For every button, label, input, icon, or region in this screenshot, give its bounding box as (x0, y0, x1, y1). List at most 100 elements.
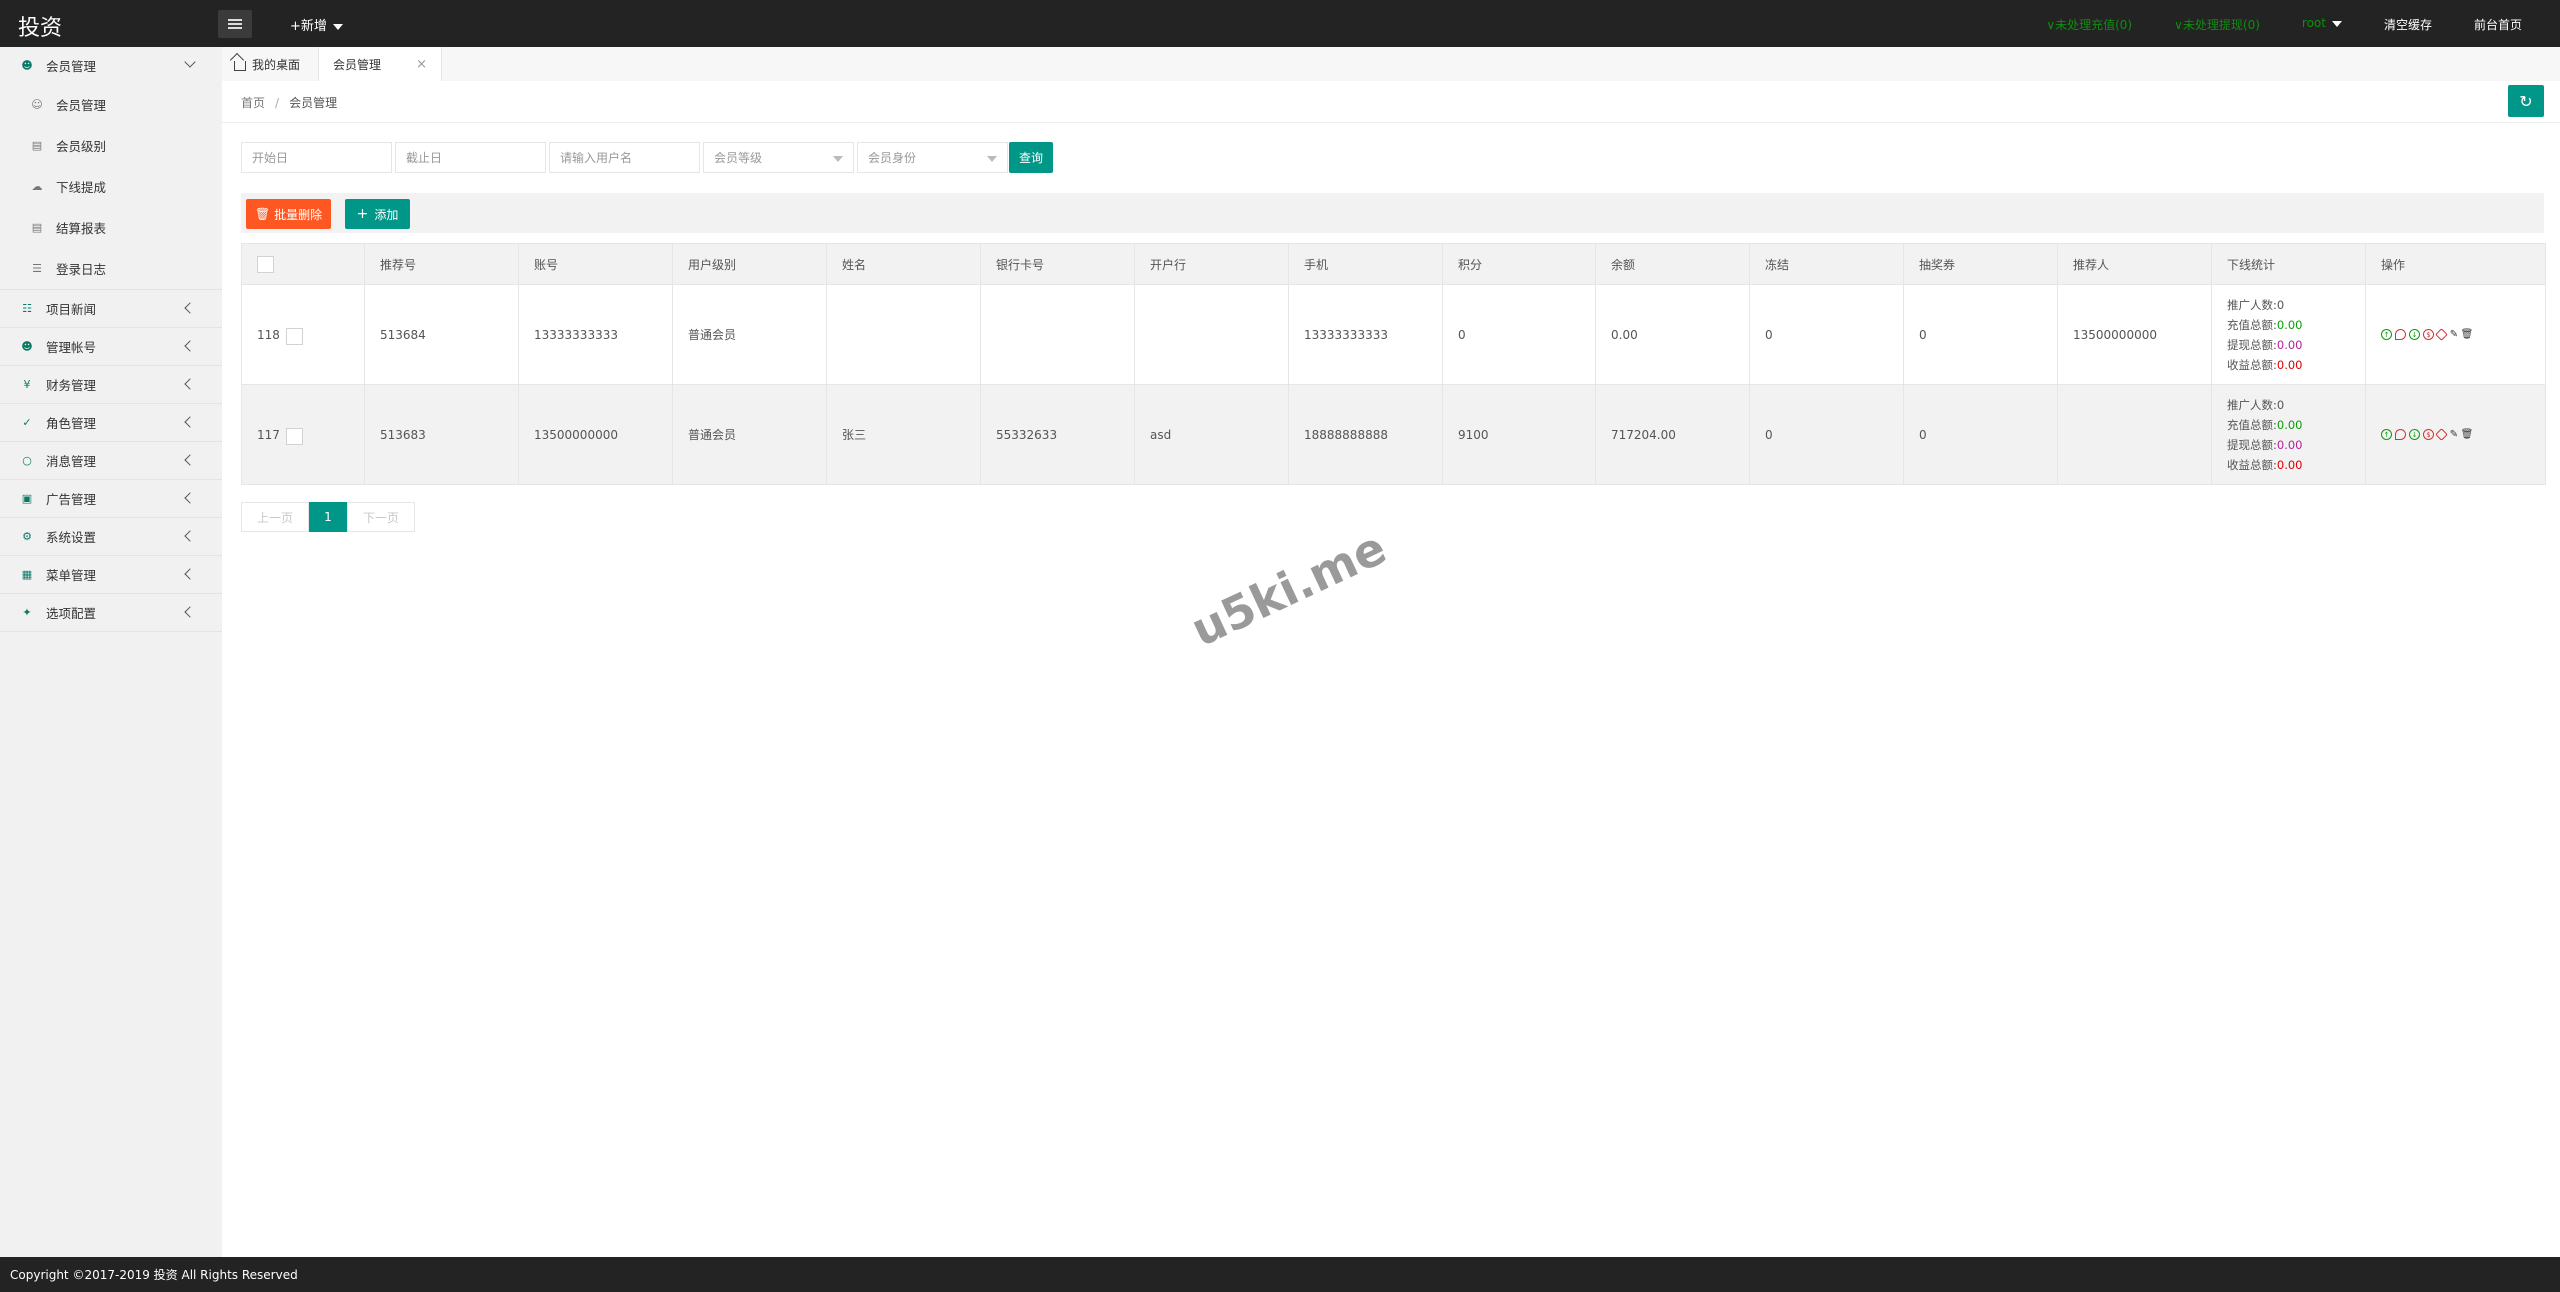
dollar-icon[interactable]: $ (2423, 329, 2434, 340)
sidebar-subitem-member-mgmt[interactable]: ☺ 会员管理 (0, 84, 222, 125)
copyright-text: Copyright ©2017-2019 投资 All Rights Reser… (10, 1268, 298, 1282)
sidebar-item-messages[interactable]: ○ 消息管理 (0, 442, 222, 480)
frontend-home-link[interactable]: 前台首页 (2474, 16, 2522, 33)
caret-down-icon (833, 156, 843, 162)
edit-icon[interactable]: ✎ (2449, 329, 2459, 340)
sidebar-subitem-label: 登录日志 (56, 262, 107, 277)
search-icon[interactable] (2395, 429, 2406, 440)
page-1-button[interactable]: 1 (309, 502, 347, 532)
promo-count-label: 推广人数: (2227, 397, 2277, 412)
recharge-total-value: 0.00 (2276, 317, 2303, 332)
row-actions: ↑ ↓ $ ✎ 🗑 (2381, 328, 2474, 341)
sidebar-subitem-member-level[interactable]: ▤ 会员级别 (0, 125, 222, 166)
refresh-button[interactable]: ↻ (2508, 85, 2544, 117)
dollar-icon[interactable]: $ (2423, 429, 2434, 440)
income-total-line: 收益总额:0.00 (2227, 357, 2302, 373)
level-cell: 普通会员 (673, 385, 827, 484)
menu-icon: ▦ (21, 568, 33, 581)
sidebar-item-menus[interactable]: ▦ 菜单管理 (0, 556, 222, 594)
book-icon: ☷ (22, 302, 32, 315)
deduct-icon[interactable]: ↓ (2409, 429, 2420, 440)
sidebar-subitem-label: 会员管理 (56, 98, 107, 113)
tag-icon[interactable] (2435, 328, 2448, 341)
sidebar-item-label: 项目新闻 (46, 302, 97, 317)
withdraw-total-line: 提现总额:0.00 (2227, 437, 2302, 453)
promo-count-value: 0 (2276, 297, 2285, 312)
header-cell: 余额 (1596, 244, 1750, 284)
referrer-cell (2058, 385, 2212, 484)
recharge-total-label: 充值总额: (2227, 417, 2277, 432)
sidebar-subitem-label: 会员级别 (56, 139, 107, 154)
batch-delete-button[interactable]: 🗑 批量删除 (246, 199, 331, 229)
refresh-icon: ↻ (2519, 91, 2533, 111)
sidebar-item-finance[interactable]: ¥ 财务管理 (0, 366, 222, 404)
recharge-icon[interactable]: ↑ (2381, 329, 2392, 340)
sidebar-subitem-settlement-report[interactable]: ▤ 结算报表 (0, 207, 222, 248)
header-cell: 账号 (519, 244, 673, 284)
deduct-icon[interactable]: ↓ (2409, 329, 2420, 340)
row-checkbox[interactable] (285, 427, 303, 445)
breadcrumb-current: 会员管理 (289, 96, 338, 110)
sidebar-item-project-news[interactable]: ☷ 项目新闻 (0, 290, 222, 328)
next-page-button[interactable]: 下一页 (347, 502, 415, 532)
hamburger-icon (228, 19, 242, 29)
caret-down-icon (2331, 20, 2342, 27)
downline-stats: 推广人数:0 充值总额:0.00 提现总额:0.00 收益总额:0.00 (2227, 297, 2302, 373)
points-cell: 0 (1443, 285, 1596, 384)
promo-count-value: 0 (2276, 397, 2285, 412)
member-level-select[interactable]: 会员等级 (703, 142, 854, 173)
clear-cache-link[interactable]: 清空缓存 (2384, 16, 2432, 33)
breadcrumb-home[interactable]: 首页 (241, 96, 265, 110)
points-cell: 9100 (1443, 385, 1596, 484)
header-cell: 操作 (2381, 257, 2406, 272)
sidebar-item-system-settings[interactable]: ⚙ 系统设置 (0, 518, 222, 556)
income-total-line: 收益总额:0.00 (2227, 457, 2302, 473)
tab-member-mgmt[interactable]: 会员管理 × (318, 47, 442, 81)
user-menu[interactable]: root (2302, 16, 2342, 33)
header-cell: 抽奖券 (1904, 244, 2058, 284)
prev-page-button[interactable]: 上一页 (241, 502, 309, 532)
app-logo[interactable]: 投资 (18, 10, 62, 42)
tag-icon[interactable] (2435, 428, 2448, 441)
sidebar-subitem-login-log[interactable]: ☰ 登录日志 (0, 248, 222, 289)
bank-card-cell: 55332633 (981, 385, 1135, 484)
tab-home[interactable]: 我的桌面 (234, 47, 300, 81)
chevron-left-icon (184, 568, 196, 580)
close-icon[interactable]: × (416, 57, 427, 72)
balance-cell: 0.00 (1596, 285, 1750, 384)
income-total-value: 0.00 (2276, 357, 2303, 372)
delete-icon[interactable]: 🗑 (2461, 329, 2474, 340)
sidebar-item-member-mgmt[interactable]: ☻ 会员管理 (0, 47, 222, 84)
row-checkbox[interactable] (285, 327, 303, 345)
menu-toggle-button[interactable] (218, 10, 252, 38)
table-toolbar: 🗑 批量删除 + 添加 (241, 193, 2544, 233)
bank-cell: asd (1135, 385, 1289, 484)
gear-icon: ⚙ (22, 530, 32, 543)
sidebar-subitem-downline-commission[interactable]: ☁ 下线提成 (0, 166, 222, 207)
delete-icon[interactable]: 🗑 (2461, 429, 2474, 440)
search-icon[interactable] (2395, 329, 2406, 340)
pending-recharge-link[interactable]: ∨未处理充值(0) (2046, 16, 2132, 33)
end-date-input[interactable]: 截止日 (395, 142, 546, 173)
sidebar-item-roles[interactable]: ✓ 角色管理 (0, 404, 222, 442)
start-date-placeholder: 开始日 (252, 151, 289, 165)
add-label: 添加 (374, 207, 399, 222)
sidebar-item-admin-accounts[interactable]: ☻ 管理帐号 (0, 328, 222, 366)
add-new-menu[interactable]: +新增 (290, 15, 343, 34)
sidebar-item-ads[interactable]: ▣ 广告管理 (0, 480, 222, 518)
recharge-icon[interactable]: ↑ (2381, 429, 2392, 440)
username-input[interactable]: 请输入用户名 (549, 142, 700, 173)
sidebar-subitem-label: 下线提成 (56, 180, 107, 195)
member-level-placeholder: 会员等级 (714, 151, 763, 165)
start-date-input[interactable]: 开始日 (241, 142, 392, 173)
pending-withdraw-link[interactable]: ∨未处理提现(0) (2174, 16, 2260, 33)
member-identity-select[interactable]: 会员身份 (857, 142, 1008, 173)
add-button[interactable]: + 添加 (345, 199, 410, 229)
withdraw-total-line: 提现总额:0.00 (2227, 337, 2302, 353)
report-icon: ▤ (31, 221, 43, 234)
sidebar-item-options[interactable]: ✦ 选项配置 (0, 594, 222, 632)
query-button[interactable]: 查询 (1009, 142, 1053, 173)
select-all-checkbox[interactable] (257, 255, 274, 273)
edit-icon[interactable]: ✎ (2449, 429, 2459, 440)
plus-icon: + (356, 206, 369, 222)
